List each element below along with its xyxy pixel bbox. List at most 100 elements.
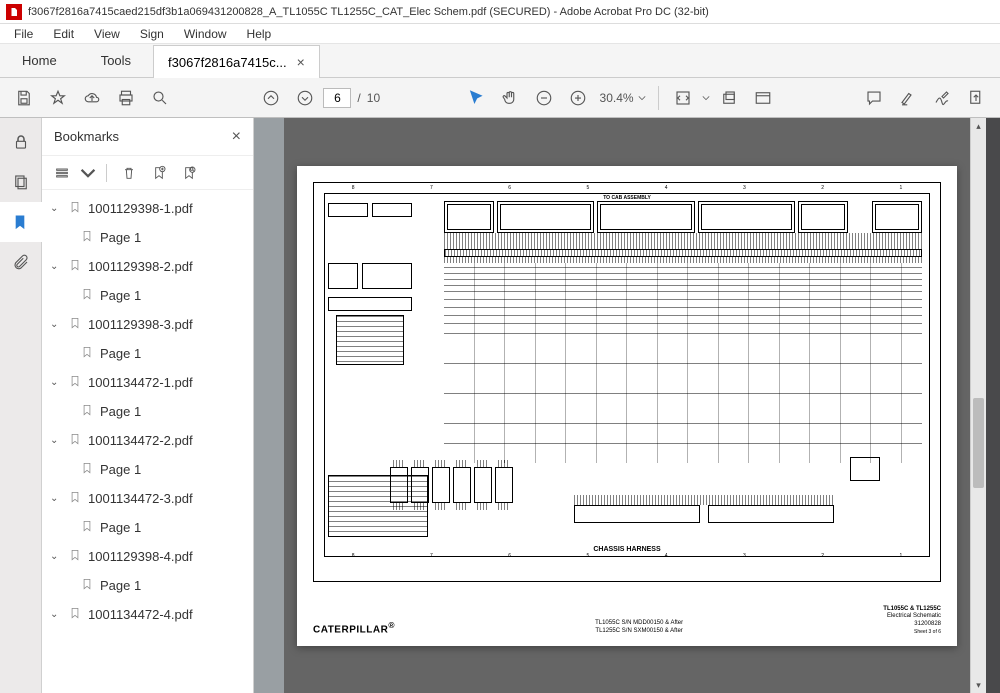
menu-sign[interactable]: Sign xyxy=(130,25,174,43)
rotate-page-button[interactable] xyxy=(713,82,745,114)
print-button[interactable] xyxy=(110,82,142,114)
comment-button[interactable] xyxy=(858,82,890,114)
fit-chevron[interactable] xyxy=(701,94,711,102)
bookmark-icon xyxy=(68,374,82,391)
bookmark-item[interactable]: ⌄1001129398-2.pdf xyxy=(46,252,253,281)
menu-edit[interactable]: Edit xyxy=(43,25,84,43)
tab-tools[interactable]: Tools xyxy=(79,44,153,77)
bookmark-label: 1001134472-1.pdf xyxy=(88,375,193,390)
cloud-upload-button[interactable] xyxy=(76,82,108,114)
bookmark-label: 1001134472-3.pdf xyxy=(88,491,193,506)
chevron-down-icon[interactable]: ⌄ xyxy=(50,551,62,562)
bookmark-options-button[interactable] xyxy=(50,161,74,185)
bookmark-item[interactable]: ⌄ 1001129398-1.pdf xyxy=(46,194,253,223)
zoom-display[interactable]: 30.4% xyxy=(596,91,650,105)
fit-width-button[interactable] xyxy=(667,82,699,114)
tab-home[interactable]: Home xyxy=(0,44,79,77)
chevron-down-icon[interactable]: ⌄ xyxy=(50,203,62,214)
bookmark-icon xyxy=(80,345,94,362)
bookmark-label: Page 1 xyxy=(100,230,141,245)
tab-close-icon[interactable]: × xyxy=(297,54,305,70)
scroll-up-arrow-icon[interactable]: ▴ xyxy=(971,118,986,134)
bookmark-child-item[interactable]: Page 1 xyxy=(46,281,253,310)
rail-bookmarks-button[interactable] xyxy=(0,202,42,242)
bookmark-label: 1001134472-2.pdf xyxy=(88,433,193,448)
zoom-value: 30.4% xyxy=(600,91,634,105)
bookmark-icon xyxy=(80,461,94,478)
tab-document[interactable]: f3067f2816a7415c... × xyxy=(153,45,320,78)
bookmark-child-item[interactable]: Page 1 xyxy=(46,397,253,426)
bookmarks-panel: Bookmarks × ⌄1001129398-1.pdfPage 1⌄1001… xyxy=(42,118,254,693)
tools-pane-collapsed[interactable] xyxy=(986,118,1000,693)
chevron-down-icon[interactable]: ⌄ xyxy=(50,319,62,330)
bookmark-icon xyxy=(80,403,94,420)
chevron-down-icon xyxy=(80,165,96,181)
chevron-down-icon[interactable]: ⌄ xyxy=(50,261,62,272)
page-up-button[interactable] xyxy=(255,82,287,114)
bookmark-item[interactable]: ⌄ 1001134472-3.pdf xyxy=(46,484,253,513)
page-current-input[interactable] xyxy=(323,88,351,108)
bookmark-child-item[interactable]: Page 1 xyxy=(46,339,253,368)
bookmark-icon xyxy=(68,432,82,449)
rail-attachments-button[interactable] xyxy=(0,242,42,282)
menu-help[interactable]: Help xyxy=(237,25,282,43)
scroll-down-arrow-icon[interactable]: ▾ xyxy=(971,677,986,693)
panel-separator xyxy=(106,164,107,182)
document-area: 87654321 TO CAB ASSEMBLY xyxy=(254,118,1000,693)
bookmark-child-item[interactable]: Page 1 xyxy=(46,513,253,542)
highlight-button[interactable] xyxy=(892,82,924,114)
toolbar-separator xyxy=(658,86,659,110)
panel-close-icon[interactable]: × xyxy=(232,128,241,146)
select-tool-button[interactable] xyxy=(460,82,492,114)
sign-button[interactable] xyxy=(926,82,958,114)
find-button[interactable] xyxy=(144,82,176,114)
bookmark-item[interactable]: ⌄ 1001134472-1.pdf xyxy=(46,368,253,397)
bookmark-icon xyxy=(68,606,82,623)
panel-header: Bookmarks × xyxy=(42,118,253,156)
menu-file[interactable]: File xyxy=(4,25,43,43)
bookmark-child-item[interactable]: Page 1 xyxy=(46,223,253,252)
menu-view[interactable]: View xyxy=(84,25,130,43)
menu-window[interactable]: Window xyxy=(174,25,237,43)
title-line-3: 31200828 xyxy=(883,621,941,629)
read-mode-button[interactable] xyxy=(747,82,779,114)
chevron-down-icon[interactable]: ⌄ xyxy=(50,435,62,446)
vertical-scrollbar[interactable]: ▴ ▾ xyxy=(970,118,986,693)
delete-bookmark-button[interactable] xyxy=(117,161,141,185)
rail-thumbnails-button[interactable] xyxy=(0,162,42,202)
zoom-in-button[interactable] xyxy=(562,82,594,114)
bookmark-item[interactable]: ⌄1001129398-3.pdf xyxy=(46,310,253,339)
share-button[interactable] xyxy=(960,82,992,114)
schematic-drawing: 87654321 TO CAB ASSEMBLY xyxy=(313,182,941,582)
bookmark-label: 1001129398-1.pdf xyxy=(88,201,193,216)
chevron-down-icon[interactable]: ⌄ xyxy=(50,609,62,620)
find-bookmark-button[interactable] xyxy=(177,161,201,185)
rail-lock-button[interactable] xyxy=(0,122,42,162)
scroll-thumb[interactable] xyxy=(973,398,984,488)
pdf-page: 87654321 TO CAB ASSEMBLY xyxy=(297,166,957,646)
page-viewport[interactable]: 87654321 TO CAB ASSEMBLY xyxy=(284,118,970,693)
bookmark-item[interactable]: ⌄ 1001134472-2.pdf xyxy=(46,426,253,455)
grid-numbers-top: 87654321 xyxy=(314,185,940,193)
hand-tool-button[interactable] xyxy=(494,82,526,114)
star-button[interactable] xyxy=(42,82,74,114)
chevron-down-icon[interactable]: ⌄ xyxy=(50,493,62,504)
bookmark-icon xyxy=(68,200,82,217)
bookmark-item[interactable]: ⌄1001129398-4.pdf xyxy=(46,542,253,571)
page-total: 10 xyxy=(367,91,380,105)
zoom-out-button[interactable] xyxy=(528,82,560,114)
page-down-button[interactable] xyxy=(289,82,321,114)
bookmark-tree[interactable]: ⌄1001129398-1.pdfPage 1⌄1001129398-2.pdf… xyxy=(42,190,253,693)
bookmark-icon xyxy=(68,258,82,275)
panel-toolbar xyxy=(42,156,253,190)
page-gutter xyxy=(254,118,284,693)
bookmark-child-item[interactable]: Page 1 xyxy=(46,455,253,484)
new-bookmark-button[interactable] xyxy=(147,161,171,185)
drawing-titleblock: CATERPILLAR® TL1055C S/N MDD00150 & Afte… xyxy=(313,592,941,636)
chevron-down-icon[interactable]: ⌄ xyxy=(50,377,62,388)
save-button[interactable] xyxy=(8,82,40,114)
bookmark-label: Page 1 xyxy=(100,520,141,535)
bookmark-icon xyxy=(68,490,82,507)
bookmark-item[interactable]: ⌄1001134472-4.pdf xyxy=(46,600,253,629)
bookmark-child-item[interactable]: Page 1 xyxy=(46,571,253,600)
